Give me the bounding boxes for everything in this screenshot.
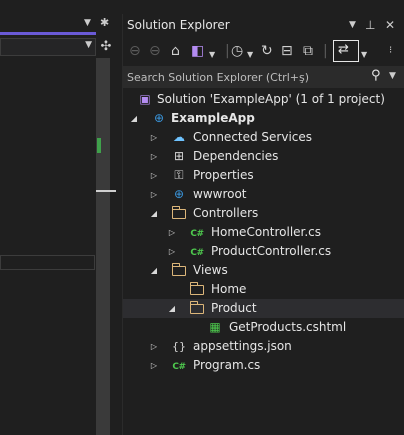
collapsed-arrow-icon[interactable]: ▷ [149, 356, 159, 375]
tree-item-label: Program.cs [193, 358, 261, 372]
tree-item-properties[interactable]: ▷ ⚿ Properties [123, 166, 404, 185]
tree-item-label: Properties [193, 168, 254, 182]
tree-item-productcontroller[interactable]: ▷ C# ProductController.cs [123, 242, 404, 261]
tree-item-solution[interactable]: ▣ Solution 'ExampleApp' (1 of 1 project) [123, 90, 404, 109]
csharp-file-icon: C# [190, 248, 204, 258]
tree-item-label: wwwroot [193, 187, 247, 201]
editor-input-box[interactable] [0, 255, 95, 270]
folder-open-icon [171, 261, 187, 280]
tree-item-product-folder[interactable]: ◢ Product [123, 299, 404, 318]
collapsed-arrow-icon[interactable]: ▷ [149, 128, 159, 147]
globe-icon: ⊕ [173, 187, 185, 201]
tree-item-wwwroot[interactable]: ▷ ⊕ wwwroot [123, 185, 404, 204]
chevron-down-icon[interactable]: ▼ [361, 46, 367, 64]
overflow-icon[interactable]: ⁝ [389, 42, 392, 60]
tree-item-program[interactable]: ▷ C# Program.cs [123, 356, 404, 375]
properties-icon: ⚿ [174, 168, 184, 182]
pending-changes-filter-icon[interactable]: ◷ [231, 42, 243, 60]
tree-item-label: Solution 'ExampleApp' (1 of 1 project) [157, 92, 385, 106]
dependencies-icon: ⊞ [173, 149, 185, 163]
back-icon[interactable]: ⊖ [129, 42, 141, 60]
expanded-arrow-icon[interactable]: ◢ [129, 109, 139, 128]
collapsed-arrow-icon[interactable]: ▷ [167, 223, 177, 242]
tree-item-label: appsettings.json [193, 339, 292, 353]
sync-icon: ⇄ [338, 42, 349, 57]
tree-item-homecontroller[interactable]: ▷ C# HomeController.cs [123, 223, 404, 242]
expanded-arrow-icon[interactable]: ◢ [149, 204, 159, 223]
panel-toolbar: ⊖ ⊖ ⌂ ◧ ▼ | ◷ ▼ ↻ ⊟ ⧉ | ⇄ ▼ ⁝ [123, 38, 404, 66]
tree-item-label: Controllers [193, 206, 259, 220]
home-icon[interactable]: ⌂ [171, 42, 180, 60]
editor-navigation-dropdown[interactable]: ▼ [0, 38, 96, 56]
forward-icon[interactable]: ⊖ [149, 42, 161, 60]
chevron-down-icon[interactable]: ▼ [389, 71, 396, 81]
tree-item-label: Product [211, 301, 257, 315]
collapsed-arrow-icon[interactable]: ▷ [149, 185, 159, 204]
tree-item-label: GetProducts.cshtml [229, 320, 347, 334]
tree-item-connected-services[interactable]: ▷ ☁ Connected Services [123, 128, 404, 147]
solution-explorer-panel: Solution Explorer ▼ ⊥ ✕ ⊖ ⊖ ⌂ ◧ ▼ | ◷ ▼ … [122, 14, 404, 435]
connected-services-icon: ☁ [173, 130, 185, 144]
tree-item-dependencies[interactable]: ▷ ⊞ Dependencies [123, 147, 404, 166]
expanded-arrow-icon[interactable]: ◢ [149, 261, 159, 280]
switch-views-icon[interactable]: ◧ [191, 42, 204, 60]
close-icon[interactable]: ✕ [385, 18, 395, 32]
chevron-down-icon[interactable]: ▼ [209, 46, 215, 64]
panel-titlebar: Solution Explorer ▼ ⊥ ✕ [123, 14, 404, 38]
chevron-down-icon[interactable]: ▼ [349, 20, 356, 30]
tree-item-home-folder[interactable]: Home [123, 280, 404, 299]
collapsed-arrow-icon[interactable]: ▷ [167, 242, 177, 261]
collapse-all-icon[interactable]: ⊟ [281, 42, 293, 60]
sync-with-active-document-button[interactable]: ⇄ [333, 40, 359, 62]
tree-item-label: Views [193, 263, 228, 277]
refresh-icon[interactable]: ↻ [261, 42, 273, 60]
editor-pane: ▼ ✱ ▼ ✣ [0, 0, 116, 435]
tree-item-project[interactable]: ◢ ⊕ ExampleApp [123, 109, 404, 128]
tree-item-label: ExampleApp [171, 111, 255, 125]
folder-icon [189, 280, 205, 299]
tree-item-getproducts[interactable]: ▦ GetProducts.cshtml [123, 318, 404, 337]
expanded-arrow-icon[interactable]: ◢ [167, 299, 177, 318]
tree-item-label: ProductController.cs [211, 244, 332, 258]
split-icon[interactable]: ✣ [98, 38, 114, 56]
web-project-icon: ⊕ [153, 111, 165, 125]
csharp-file-icon: C# [172, 362, 186, 372]
search-bar: ⚲ ▼ [123, 66, 404, 88]
folder-open-icon [171, 204, 187, 223]
search-icon[interactable]: ⚲ [371, 68, 381, 83]
chevron-down-icon[interactable]: ▼ [247, 46, 253, 64]
tree-item-controllers[interactable]: ◢ Controllers [123, 204, 404, 223]
separator: | [225, 43, 230, 59]
separator: | [323, 43, 328, 59]
tree-item-label: HomeController.cs [211, 225, 322, 239]
tree-item-label: Dependencies [193, 149, 279, 163]
json-file-icon: {} [172, 340, 186, 353]
cshtml-file-icon: ▦ [209, 320, 221, 334]
active-tab-indicator [0, 32, 96, 35]
pin-icon[interactable]: ⊥ [365, 18, 375, 32]
collapsed-arrow-icon[interactable]: ▷ [149, 147, 159, 166]
csharp-file-icon: C# [190, 229, 204, 239]
tree-item-appsettings[interactable]: ▷ {} appsettings.json [123, 337, 404, 356]
tree-item-label: Connected Services [193, 130, 313, 144]
show-all-files-icon[interactable]: ⧉ [303, 42, 313, 60]
editor-scrollbar[interactable] [96, 58, 110, 435]
folder-open-icon [189, 299, 205, 318]
gear-icon[interactable]: ✱ [100, 16, 109, 29]
scrollbar-thumb[interactable] [96, 190, 116, 192]
tree-item-label: Home [211, 282, 247, 296]
solution-icon: ▣ [139, 92, 151, 106]
tree-item-views[interactable]: ◢ Views [123, 261, 404, 280]
chevron-down-icon: ▼ [85, 40, 92, 50]
collapsed-arrow-icon[interactable]: ▷ [149, 166, 159, 185]
scrollbar-change-marker [97, 138, 101, 153]
panel-title: Solution Explorer [127, 18, 230, 32]
chevron-down-icon[interactable]: ▼ [84, 18, 91, 28]
search-input[interactable] [127, 69, 367, 85]
collapsed-arrow-icon[interactable]: ▷ [149, 337, 159, 356]
